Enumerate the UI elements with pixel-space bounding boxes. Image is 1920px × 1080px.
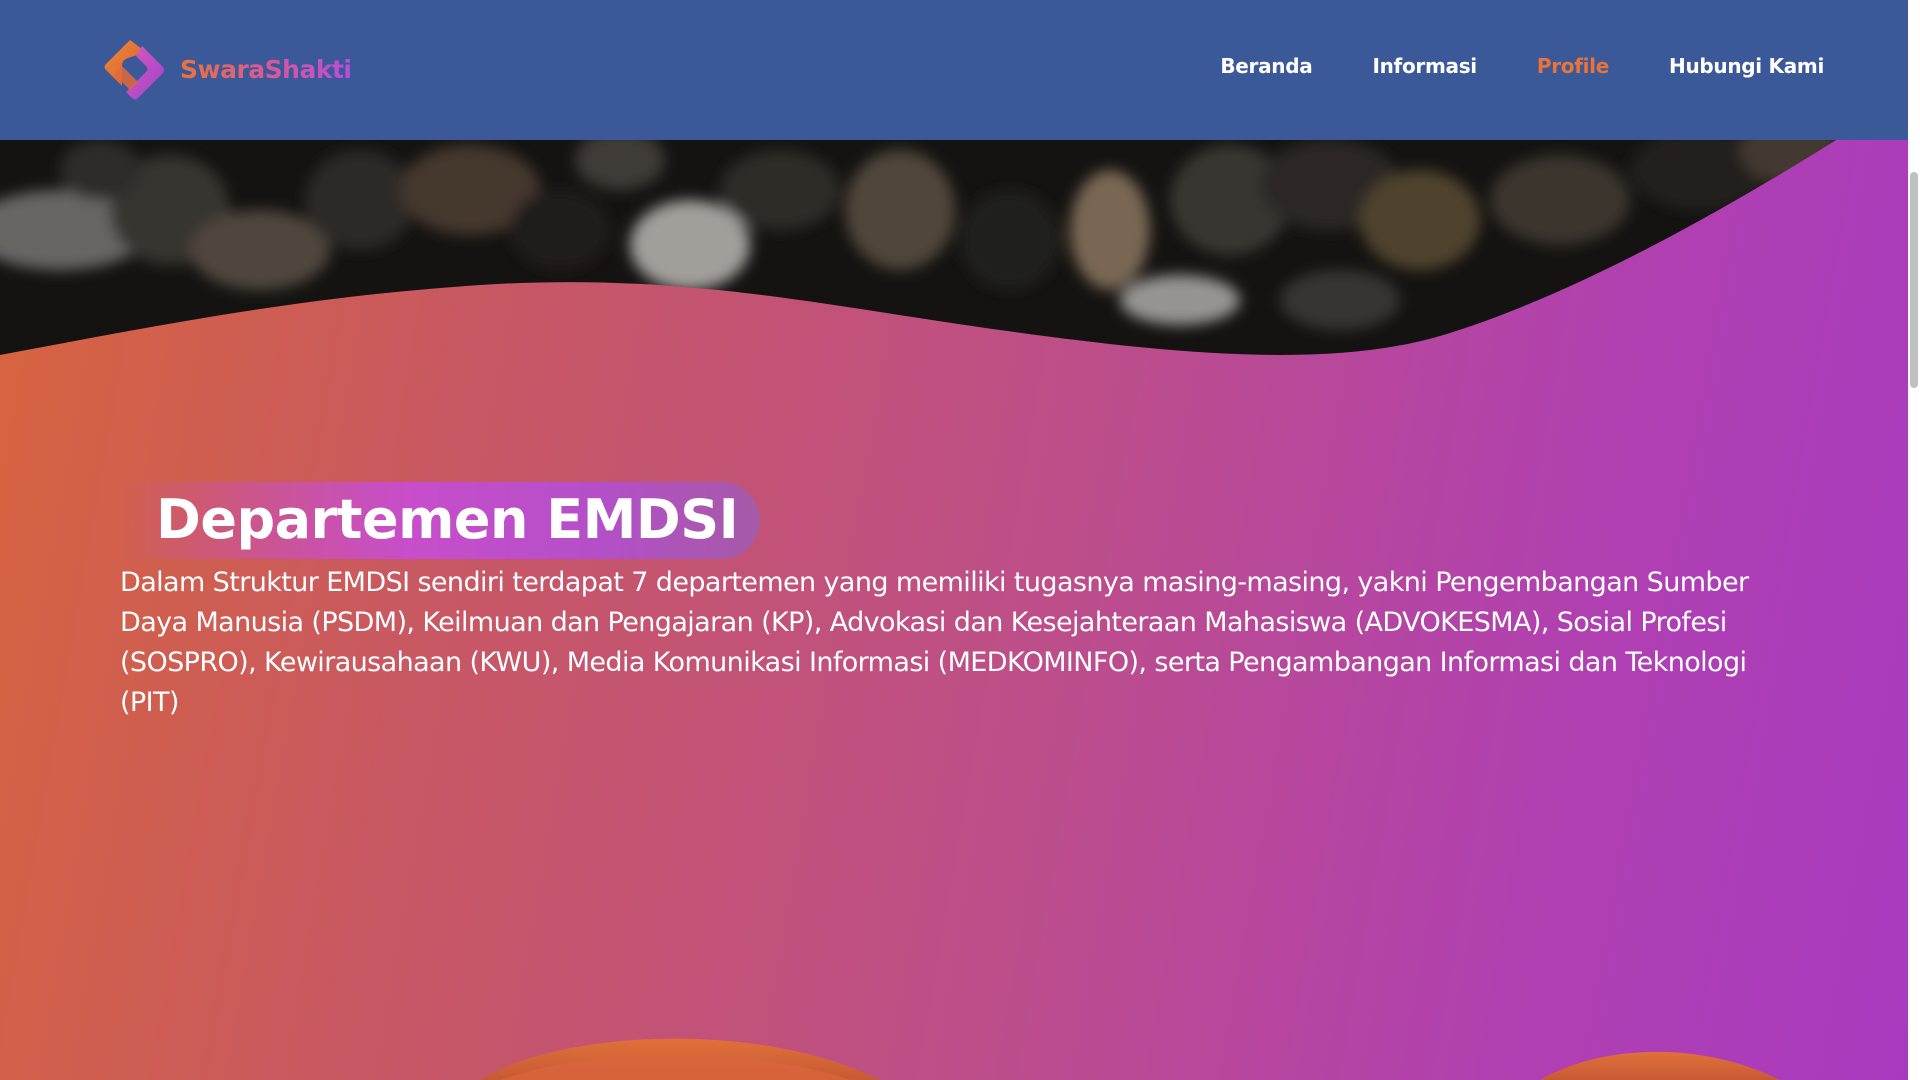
page-scrollbar[interactable] [1908,0,1920,1080]
section-description: Dalam Struktur EMDSI sendiri terdapat 7 … [120,567,1749,718]
section-title: Departemen EMDSI [156,488,739,551]
scrollbar-thumb[interactable] [1910,172,1918,388]
brand-name: SwaraShakti [180,54,352,84]
nav-link-informasi[interactable]: Informasi [1372,54,1477,78]
page: SwaraShakti Beranda Informasi Profile Hu… [0,0,1920,1080]
department-section: Departemen EMDSI Dalam Struktur EMDSI se… [120,482,1800,723]
title-highlight: Departemen EMDSI [120,482,761,559]
diamond-logo-icon [104,40,164,100]
decorative-bottom-waves [480,1038,1780,1080]
top-navbar: SwaraShakti Beranda Informasi Profile Hu… [0,0,1908,140]
brand[interactable]: SwaraShakti [102,36,352,102]
nav-link-beranda[interactable]: Beranda [1220,54,1312,78]
nav-link-hubungi-kami[interactable]: Hubungi Kami [1669,54,1824,78]
nav-link-profile[interactable]: Profile [1537,54,1609,78]
nav-menu: Beranda Informasi Profile Hubungi Kami [1220,54,1824,78]
